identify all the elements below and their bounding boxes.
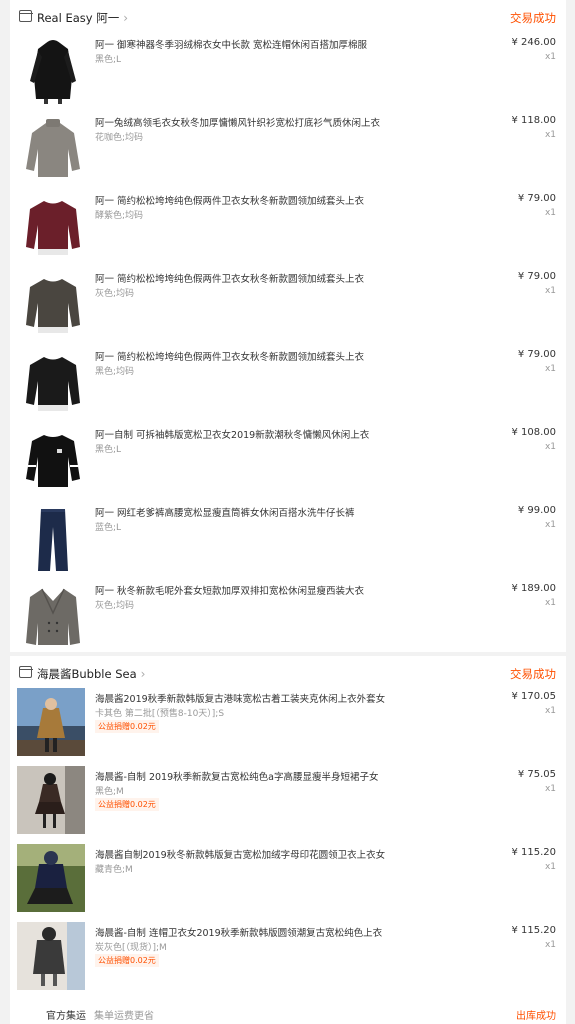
item-price: ¥ 108.00 [511, 427, 556, 438]
order-status: 交易成功 [510, 667, 556, 681]
product-thumbnail[interactable] [24, 193, 82, 261]
shop-icon [18, 666, 33, 678]
item-quantity: x1 [544, 442, 556, 452]
order-status: 交易成功 [510, 11, 556, 25]
shop-header[interactable]: Real Easy 阿一 › 交易成功 [10, 0, 566, 34]
shop-name[interactable]: Real Easy 阿一 [37, 11, 119, 25]
item-sku: 藏青色;M [95, 865, 133, 875]
order-item[interactable]: 阿一 简约松松垮垮纯色假两件卫衣女秋冬新款圆领加绒套头上衣 灰色;均码 ¥ 79… [10, 268, 566, 346]
item-price: ¥ 189.00 [511, 583, 556, 594]
item-title[interactable]: 海晨酱自制2019秋冬新款韩版复古宽松加绒字母印花圆领卫衣上衣女 [95, 847, 385, 861]
order-item[interactable]: 阿一 网红老爹裤高腰宽松显瘦直筒裤女休闲百搭水洗牛仔长裤 蓝色;L ¥ 99.0… [10, 502, 566, 580]
item-quantity: x1 [544, 286, 556, 296]
order-item[interactable]: 阿一 简约松松垮垮纯色假两件卫衣女秋冬新款圆领加绒套头上衣 黑色;均码 ¥ 79… [10, 346, 566, 424]
order-item[interactable]: 海晨酱-自制 连帽卫衣女2019秋季新款韩版圆领潮复古宽松纯色上衣 炭灰色[（现… [10, 922, 566, 1000]
item-price: ¥ 246.00 [511, 37, 556, 48]
product-thumbnail[interactable] [24, 505, 82, 573]
product-thumbnail[interactable] [24, 271, 82, 339]
product-thumbnail[interactable] [24, 37, 82, 105]
charity-tag: 公益捐赠0.02元 [95, 798, 159, 811]
product-thumbnail[interactable] [17, 766, 85, 834]
product-thumbnail[interactable] [24, 349, 82, 417]
chevron-right-icon: › [140, 667, 146, 681]
item-sku: 黑色;均码 [95, 367, 135, 377]
item-sku: 灰色;均码 [95, 601, 135, 611]
item-price: ¥ 79.00 [517, 349, 556, 360]
item-sku: 炭灰色[（现货）];M [95, 943, 167, 953]
charity-tag: 公益捐赠0.02元 [95, 954, 159, 967]
item-title[interactable]: 阿一 网红老爹裤高腰宽松显瘦直筒裤女休闲百搭水洗牛仔长裤 [95, 505, 355, 519]
item-quantity: x1 [544, 784, 556, 794]
order-card-bubble-sea: 海晨酱Bubble Sea › 交易成功 海晨酱2019秋季新款韩版复古港味宽松古… [10, 656, 566, 1024]
item-title[interactable]: 海晨酱-自制 2019秋季新款复古宽松纯色a字高腰显瘦半身短裙子女 [95, 769, 378, 783]
item-price: ¥ 79.00 [517, 271, 556, 282]
order-card-real-easy: Real Easy 阿一 › 交易成功 阿一 御寒神器冬季羽绒棉衣女中长款 宽松连… [10, 0, 566, 652]
item-title[interactable]: 阿一兔绒高领毛衣女秋冬加厚慵懒风针织衫宽松打底衫气质休闲上衣 [95, 115, 380, 129]
item-sku: 蓝色;L [95, 523, 122, 533]
order-item[interactable]: 阿一自制 可拆袖韩版宽松卫衣女2019新款潮秋冬慵懒风休闲上衣 黑色;L ¥ 1… [10, 424, 566, 502]
order-item[interactable]: 阿一兔绒高领毛衣女秋冬加厚慵懒风针织衫宽松打底衫气质休闲上衣 花咖色;均码 ¥ … [10, 112, 566, 190]
product-thumbnail[interactable] [17, 688, 85, 756]
item-price: ¥ 118.00 [511, 115, 556, 126]
order-item[interactable]: 海晨酱自制2019秋冬新款韩版复古宽松加绒字母印花圆领卫衣上衣女 藏青色;M ¥… [10, 844, 566, 922]
item-price: ¥ 170.05 [511, 691, 556, 702]
item-title[interactable]: 海晨酱-自制 连帽卫衣女2019秋季新款韩版圆领潮复古宽松纯色上衣 [95, 925, 382, 939]
item-quantity: x1 [544, 130, 556, 140]
item-title[interactable]: 阿一 御寒神器冬季羽绒棉衣女中长款 宽松连帽休闲百搭加厚棉服 [95, 37, 367, 51]
item-quantity: x1 [544, 706, 556, 716]
item-sku: 黑色;M [95, 787, 124, 797]
item-quantity: x1 [544, 364, 556, 374]
order-item[interactable]: 海晨酱2019秋季新款韩版复古港味宽松古着工装夹克休闲上衣外套女 卡其色 第二批… [10, 688, 566, 766]
item-sku: 花咖色;均码 [95, 133, 144, 143]
item-sku: 黑色;L [95, 445, 122, 455]
item-title[interactable]: 阿一 简约松松垮垮纯色假两件卫衣女秋冬新款圆领加绒套头上衣 [95, 193, 364, 207]
item-price: ¥ 99.00 [517, 505, 556, 516]
item-title[interactable]: 海晨酱2019秋季新款韩版复古港味宽松古着工装夹克休闲上衣外套女 [95, 691, 385, 705]
item-sku: 灰色;均码 [95, 289, 135, 299]
item-title[interactable]: 阿一 秋冬新款毛呢外套女短款加厚双排扣宽松休闲显瘦西装大衣 [95, 583, 364, 597]
product-thumbnail[interactable] [17, 844, 85, 912]
item-sku: 卡其色 第二批[（预售8-10天）];S [95, 709, 225, 719]
shop-header[interactable]: 海晨酱Bubble Sea › 交易成功 [10, 656, 566, 690]
item-price: ¥ 115.20 [511, 925, 556, 936]
shipping-label: 官方集运 [46, 1011, 86, 1022]
product-thumbnail[interactable] [24, 115, 82, 183]
order-item[interactable]: 阿一 简约松松垮垮纯色假两件卫衣女秋冬新款圆领加绒套头上衣 酵紫色;均码 ¥ 7… [10, 190, 566, 268]
shipping-status: 出库成功 [516, 1011, 556, 1022]
item-price: ¥ 115.20 [511, 847, 556, 858]
item-quantity: x1 [544, 598, 556, 608]
chevron-right-icon: › [123, 11, 129, 25]
item-title[interactable]: 阿一自制 可拆袖韩版宽松卫衣女2019新款潮秋冬慵懒风休闲上衣 [95, 427, 369, 441]
product-thumbnail[interactable] [24, 427, 82, 495]
item-price: ¥ 79.00 [517, 193, 556, 204]
charity-tag: 公益捐赠0.02元 [95, 720, 159, 733]
shipping-description: 集单运费更省 [94, 1011, 154, 1022]
consolidated-shipping-row[interactable]: 官方集运 集单运费更省 出库成功 [10, 1004, 566, 1024]
product-thumbnail[interactable] [24, 583, 82, 651]
item-title[interactable]: 阿一 简约松松垮垮纯色假两件卫衣女秋冬新款圆领加绒套头上衣 [95, 271, 364, 285]
item-quantity: x1 [544, 940, 556, 950]
order-item[interactable]: 阿一 秋冬新款毛呢外套女短款加厚双排扣宽松休闲显瘦西装大衣 灰色;均码 ¥ 18… [10, 580, 566, 658]
shop-icon [18, 10, 33, 22]
item-quantity: x1 [544, 520, 556, 530]
item-quantity: x1 [544, 208, 556, 218]
order-item[interactable]: 阿一 御寒神器冬季羽绒棉衣女中长款 宽松连帽休闲百搭加厚棉服 黑色;L ¥ 24… [10, 34, 566, 112]
item-sku: 酵紫色;均码 [95, 211, 144, 221]
item-quantity: x1 [544, 862, 556, 872]
item-quantity: x1 [544, 52, 556, 62]
item-title[interactable]: 阿一 简约松松垮垮纯色假两件卫衣女秋冬新款圆领加绒套头上衣 [95, 349, 364, 363]
item-sku: 黑色;L [95, 55, 122, 65]
item-price: ¥ 75.05 [517, 769, 556, 780]
shop-name[interactable]: 海晨酱Bubble Sea [37, 667, 137, 681]
order-item[interactable]: 海晨酱-自制 2019秋季新款复古宽松纯色a字高腰显瘦半身短裙子女 黑色;M 公… [10, 766, 566, 844]
product-thumbnail[interactable] [17, 922, 85, 990]
